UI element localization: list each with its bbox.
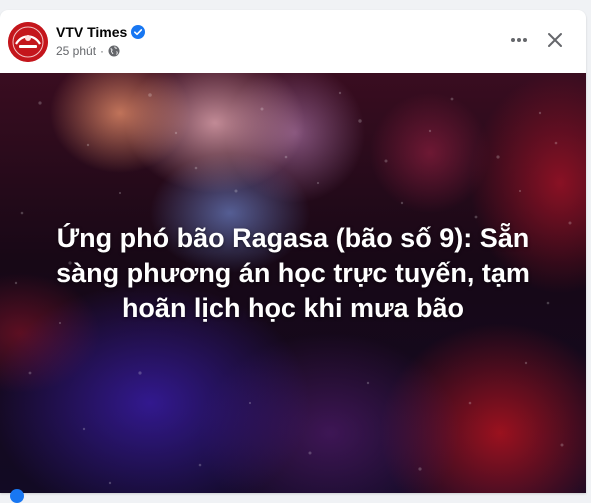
- headline-text: Ứng phó bão Ragasa (bão số 9): Sẵn sàng …: [20, 221, 566, 326]
- globe-icon[interactable]: [108, 45, 120, 57]
- headline-line: Ứng phó bão Ragasa (bão số 9): Sẵn: [56, 223, 530, 253]
- page-name-link[interactable]: VTV Times: [56, 24, 127, 40]
- headline-line: sàng phương án học trực tuyến, tạm: [56, 258, 530, 288]
- page-avatar[interactable]: [8, 22, 48, 62]
- post-meta: 25 phút ·: [56, 43, 120, 59]
- name-row: VTV Times: [56, 23, 146, 41]
- post-image[interactable]: Ứng phó bão Ragasa (bão số 9): Sẵn sàng …: [0, 73, 586, 493]
- headline-line: hoãn lịch học khi mưa bão: [121, 293, 465, 323]
- close-icon: [548, 33, 562, 47]
- verified-badge-icon: [131, 25, 146, 39]
- meta-separator: ·: [100, 44, 105, 58]
- next-post-avatar-edge: [10, 489, 24, 503]
- more-options-button[interactable]: [503, 24, 535, 56]
- more-horizontal-icon: [511, 38, 527, 42]
- post-timestamp[interactable]: 25 phút: [56, 44, 96, 58]
- vtv-times-logo: [8, 22, 48, 62]
- close-post-button[interactable]: [539, 24, 571, 56]
- post-header: VTV Times 25 phút ·: [0, 10, 586, 72]
- post-card: VTV Times 25 phút · Ứng phó bão Ragasa (…: [0, 10, 586, 493]
